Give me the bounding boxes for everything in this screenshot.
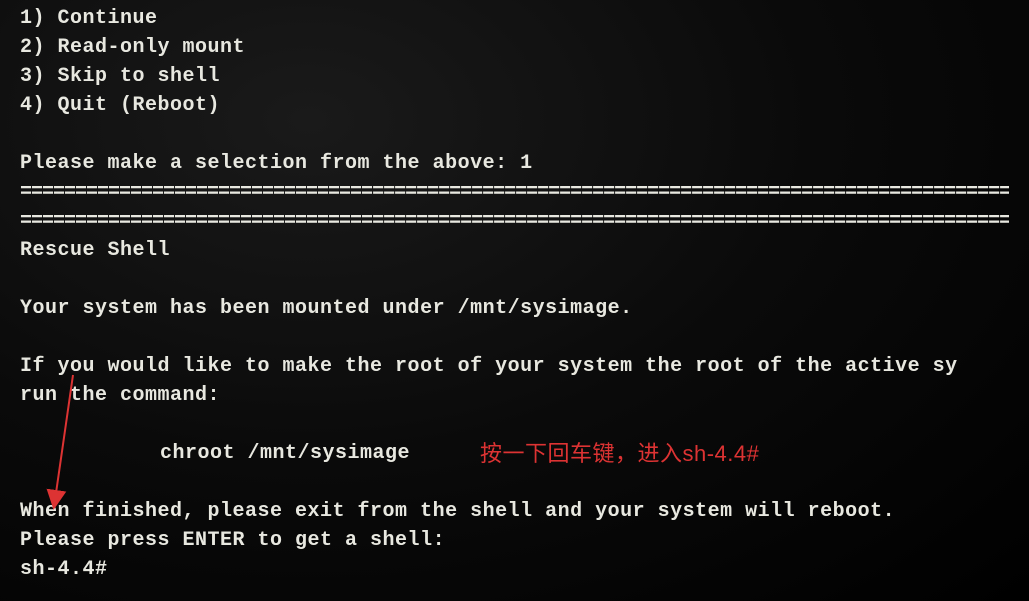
- instruction-line-2: run the command:: [20, 381, 1009, 410]
- menu-option-2: 2) Read-only mount: [20, 33, 1009, 62]
- blank-line: [20, 468, 1009, 497]
- selection-prompt-text: Please make a selection from the above:: [20, 152, 520, 175]
- shell-prompt[interactable]: sh-4.4#: [20, 555, 1009, 584]
- menu-option-3: 3) Skip to shell: [20, 62, 1009, 91]
- separator-line-2: ========================================…: [20, 207, 1009, 236]
- menu-option-4: 4) Quit (Reboot): [20, 91, 1009, 120]
- blank-line: [20, 410, 1009, 439]
- selection-input-value[interactable]: 1: [520, 152, 533, 175]
- blank-line: [20, 323, 1009, 352]
- finished-message: When finished, please exit from the shel…: [20, 497, 1009, 526]
- blank-line: [20, 120, 1009, 149]
- separator-line-1: ========================================…: [20, 178, 1009, 207]
- enter-prompt: Please press ENTER to get a shell:: [20, 526, 1009, 555]
- blank-line: [20, 265, 1009, 294]
- chroot-command: chroot /mnt/sysimage: [20, 439, 1009, 468]
- menu-option-1: 1) Continue: [20, 4, 1009, 33]
- instruction-line-1: If you would like to make the root of yo…: [20, 352, 1009, 381]
- selection-prompt-line: Please make a selection from the above: …: [20, 149, 1009, 178]
- mounted-message: Your system has been mounted under /mnt/…: [20, 294, 1009, 323]
- rescue-shell-title: Rescue Shell: [20, 236, 1009, 265]
